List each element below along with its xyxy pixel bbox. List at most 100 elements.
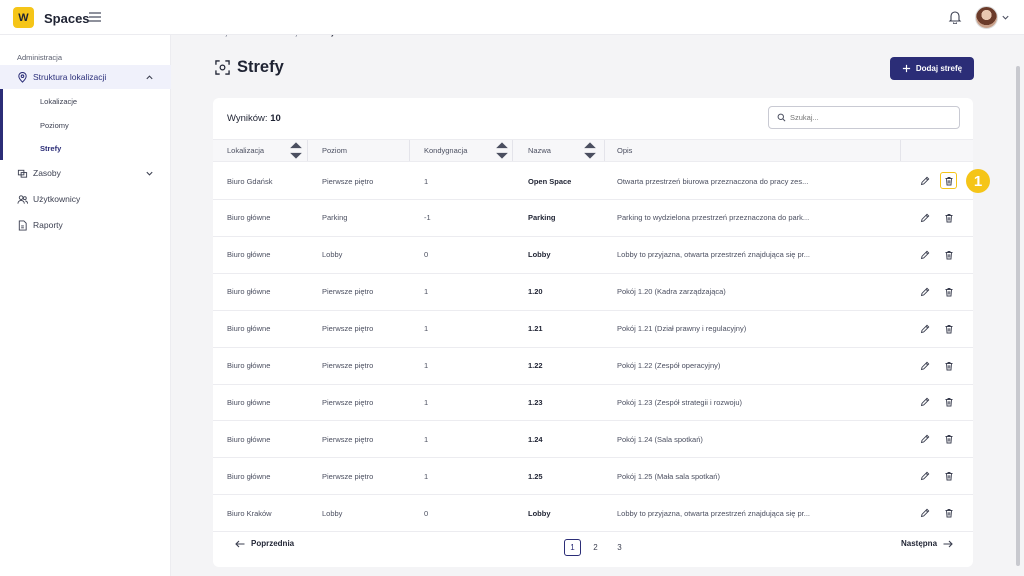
sidebar-item-label: Zasoby — [33, 168, 61, 178]
sidebar-subitem-levels[interactable]: Poziomy — [40, 121, 69, 130]
sort-icon[interactable] — [289, 140, 303, 161]
cell-name: 1.20 — [528, 287, 543, 297]
page-title: Strefy — [237, 58, 284, 76]
cell-level: Lobby — [322, 508, 343, 518]
report-icon — [18, 219, 27, 231]
table-row[interactable]: Biuro główne Pierwsze piętro 1 1.20 Pokój 1.… — [213, 274, 973, 311]
results-count: Wyników: 10 — [227, 113, 281, 124]
sidebar-section-label: Administracja — [17, 53, 63, 62]
sidebar-item-label: Raporty — [33, 220, 63, 230]
table-row[interactable]: Biuro główne Pierwsze piętro 1 1.24 Pokój 1.… — [213, 421, 973, 459]
previous-page-button[interactable]: Poprzednia — [235, 539, 294, 548]
cell-name: Parking — [528, 213, 556, 223]
sidebar-subitem-locations[interactable]: Lokalizacje — [40, 97, 77, 106]
trash-icon[interactable] — [942, 211, 956, 225]
cell-name: Open Space — [528, 176, 572, 186]
chevron-down-icon[interactable] — [145, 169, 154, 178]
table-row[interactable]: Biuro Gdańsk Pierwsze piętro 1 Open Space Ot… — [213, 163, 990, 200]
cell-name: 1.23 — [528, 397, 543, 407]
cell-location: Biuro Kraków — [227, 508, 272, 518]
edit-icon[interactable] — [918, 174, 932, 188]
add-zone-button[interactable]: Dodaj strefę — [890, 57, 974, 80]
add-zone-button-label: Dodaj strefę — [915, 64, 963, 73]
cell-floor: 0 — [424, 508, 429, 518]
edit-icon[interactable] — [918, 322, 932, 336]
bell-icon[interactable] — [948, 10, 962, 24]
sidebar-item-structure[interactable]: Struktura lokalizacji — [0, 65, 171, 89]
cell-description: Pokój 1.25 (Mała sala spotkań) — [617, 471, 720, 481]
table-row[interactable]: Biuro główne Lobby 0 Lobby Lobby to przyjazn… — [213, 237, 973, 274]
sort-icon[interactable] — [495, 140, 509, 161]
pagination: Poprzednia 1 2 3 Następna — [213, 531, 973, 561]
page-button-3[interactable]: 3 — [611, 539, 628, 556]
page-button-2[interactable]: 2 — [587, 539, 604, 556]
table-row[interactable]: Biuro główne Parking -1 Parking Parking to w… — [213, 200, 973, 237]
trash-icon[interactable] — [942, 322, 956, 336]
trash-icon[interactable] — [940, 172, 957, 189]
cube-icon — [17, 169, 28, 178]
edit-icon[interactable] — [918, 359, 932, 373]
table-row[interactable]: Biuro główne Pierwsze piętro 1 1.25 Pokój 1.… — [213, 458, 973, 496]
cell-description: Pokój 1.23 (Zespół strategii i rozwoju) — [617, 397, 743, 407]
table-row[interactable]: Biuro Kraków Lobby 0 Lobby Lobby to przyjazn… — [213, 495, 973, 533]
column-header-location[interactable]: Lokalizacja — [227, 140, 264, 161]
cell-location: Biuro główne — [227, 361, 271, 370]
search-input[interactable] — [790, 113, 950, 122]
cell-location: Biuro główne — [227, 324, 271, 334]
cell-floor: 1 — [424, 434, 429, 444]
cell-location: Biuro główne — [227, 250, 271, 260]
cell-floor: 1 — [424, 397, 429, 407]
cell-location: Biuro główne — [227, 397, 271, 407]
trash-icon[interactable] — [942, 506, 956, 520]
trash-icon[interactable] — [942, 248, 956, 262]
page-button-1[interactable]: 1 — [564, 539, 581, 556]
table-row[interactable]: Biuro główne Pierwsze piętro 1 1.22 Pokój 1.… — [213, 348, 973, 385]
cell-floor: 1 — [424, 176, 429, 186]
menu-icon[interactable] — [89, 12, 101, 22]
cell-level: Lobby — [322, 250, 343, 260]
edit-icon[interactable] — [918, 211, 932, 225]
step-badge: 1 — [966, 169, 990, 193]
cell-floor: 1 — [424, 471, 429, 481]
table-row[interactable]: Biuro główne Pierwsze piętro 1 1.23 Pokój 1.… — [213, 384, 973, 422]
cell-floor: -1 — [424, 213, 431, 223]
edit-icon[interactable] — [918, 432, 932, 446]
trash-icon[interactable] — [942, 432, 956, 446]
edit-icon[interactable] — [918, 285, 932, 299]
trash-icon[interactable] — [942, 395, 956, 409]
column-header-level[interactable]: Poziom — [322, 140, 347, 161]
trash-icon[interactable] — [942, 285, 956, 299]
chevron-down-icon[interactable] — [1001, 13, 1010, 22]
edit-icon[interactable] — [918, 248, 932, 262]
column-header-floor[interactable]: Kondygnacja — [424, 140, 467, 161]
cell-name: Lobby — [528, 508, 551, 518]
arrow-right-icon — [943, 540, 953, 547]
edit-icon[interactable] — [918, 469, 932, 483]
sidebar-item-users[interactable]: Użytkownicy — [0, 187, 171, 211]
next-page-button[interactable]: Następna — [901, 539, 953, 548]
user-avatar[interactable] — [975, 6, 998, 29]
sidebar-subitem-zones[interactable]: Strefy — [40, 144, 61, 153]
search-box[interactable] — [768, 106, 960, 129]
location-pin-icon — [18, 71, 27, 83]
cell-description: Pokój 1.22 (Zespół operacyjny) — [617, 361, 721, 370]
sort-icon[interactable] — [583, 140, 597, 161]
sidebar-item-resources[interactable]: Zasoby — [0, 161, 171, 185]
trash-icon[interactable] — [942, 359, 956, 373]
zones-table-card: Wyników: 10 Lokalizacja Poziom Kondygnac… — [213, 98, 990, 567]
app-logo[interactable]: W — [13, 7, 34, 28]
edit-icon[interactable] — [918, 506, 932, 520]
scrollbar[interactable] — [1016, 66, 1020, 566]
cell-location: Biuro główne — [227, 213, 271, 223]
chevron-up-icon[interactable] — [145, 73, 154, 82]
cell-location: Biuro Gdańsk — [227, 176, 273, 186]
cell-level: Pierwsze piętro — [322, 471, 374, 481]
cell-floor: 1 — [424, 287, 429, 297]
cell-description: Pokój 1.24 (Sala spotkań) — [617, 434, 703, 444]
trash-icon[interactable] — [942, 469, 956, 483]
cell-floor: 1 — [424, 324, 429, 334]
table-row[interactable]: Biuro główne Pierwsze piętro 1 1.21 Pokój 1.… — [213, 311, 973, 348]
sidebar-item-reports[interactable]: Raporty — [0, 213, 171, 237]
column-header-name[interactable]: Nazwa — [528, 140, 551, 161]
edit-icon[interactable] — [918, 395, 932, 409]
